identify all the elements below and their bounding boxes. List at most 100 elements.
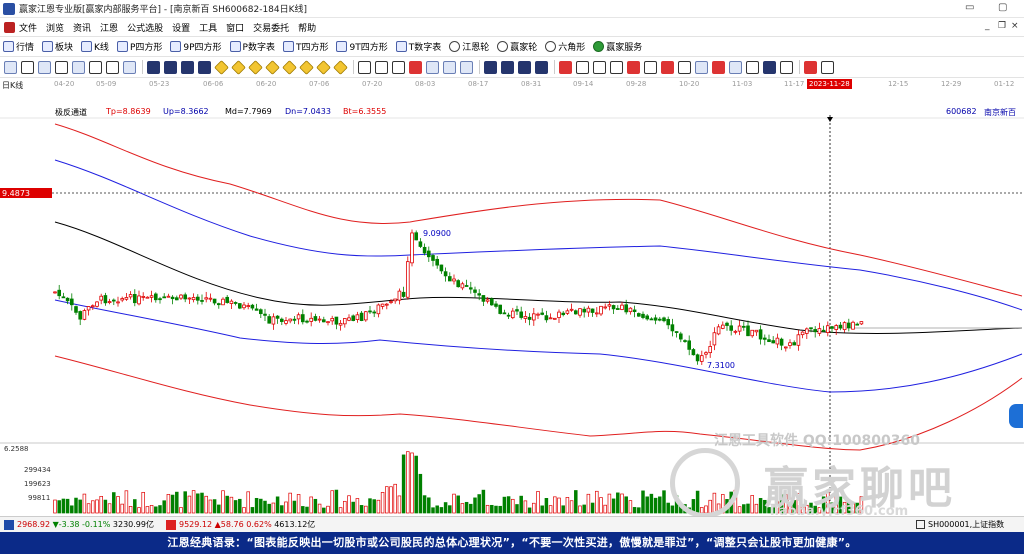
toolbar-quotes-button[interactable]: 行情: [3, 40, 34, 53]
mdi-minimize-icon[interactable]: _: [985, 21, 990, 31]
toolbar-t-square-button[interactable]: T四方形: [282, 40, 328, 53]
toolbar-9t-square-button[interactable]: 9T四方形: [336, 40, 388, 53]
layout-icon[interactable]: [4, 60, 17, 74]
candle-body: [763, 337, 767, 340]
prev-bar-icon[interactable]: [181, 60, 194, 74]
candle-body: [494, 303, 498, 307]
zoom-icon[interactable]: [123, 60, 136, 74]
candle-body: [376, 304, 381, 315]
text-icon[interactable]: [426, 60, 439, 74]
pen-icon[interactable]: [409, 60, 422, 74]
toolbar-service-button[interactable]: 赢家服务: [593, 40, 642, 53]
candle-body: [468, 287, 473, 290]
expand-icon[interactable]: [231, 59, 246, 75]
sz-index-pct: 0.62%: [246, 520, 272, 529]
slope-icon[interactable]: [576, 60, 589, 74]
angle-icon[interactable]: [712, 60, 725, 74]
right-icon[interactable]: [299, 59, 314, 75]
shrink-icon[interactable]: [214, 59, 229, 75]
date-tick: 11-03: [732, 80, 753, 88]
pin-icon[interactable]: [55, 60, 68, 74]
candle-body: [557, 311, 561, 318]
menu-browse[interactable]: 浏览: [46, 21, 64, 34]
weight-icon[interactable]: [89, 60, 102, 74]
candle-body: [779, 338, 784, 346]
percent-icon[interactable]: [593, 60, 606, 74]
color-wheel-icon[interactable]: [804, 60, 817, 74]
fib-icon[interactable]: [644, 60, 657, 74]
menu-tools[interactable]: 工具: [199, 21, 217, 34]
erase-icon[interactable]: [780, 60, 793, 74]
grid-draw-icon[interactable]: [763, 60, 776, 74]
period-icon[interactable]: [72, 60, 85, 74]
chain-icon[interactable]: [535, 60, 548, 74]
marker-icon[interactable]: [443, 60, 456, 74]
next-bar-icon[interactable]: [198, 60, 211, 74]
sz-index-item[interactable]: 9529.12 ▲58.76 0.62% 4613.12亿: [166, 519, 315, 530]
hand-icon[interactable]: [358, 60, 371, 74]
grid-toggle-icon[interactable]: [21, 60, 34, 74]
minimize-icon[interactable]: ▭: [965, 2, 974, 13]
square-icon[interactable]: [746, 60, 759, 74]
restore-icon[interactable]: ▢: [998, 2, 1007, 13]
toolbar-hexagon-button[interactable]: 六角形: [545, 40, 585, 53]
last-bar-icon[interactable]: [164, 60, 177, 74]
date-tick: 05-23: [149, 80, 170, 88]
toolbar-p-square-button[interactable]: P四方形: [116, 40, 162, 53]
candle-body: [208, 297, 213, 300]
wave-icon[interactable]: [695, 60, 708, 74]
menu-help[interactable]: 帮助: [298, 21, 316, 34]
candle-body: [637, 313, 641, 317]
box-icon[interactable]: [661, 60, 674, 74]
candle-body: [805, 328, 809, 334]
crosshair-icon[interactable]: [375, 60, 388, 74]
index-icon: [916, 520, 925, 529]
ruler-icon[interactable]: [106, 60, 119, 74]
toolbar-9p-square-button[interactable]: 9P四方形: [170, 40, 222, 53]
fan-icon[interactable]: [610, 60, 623, 74]
fit-icon[interactable]: [333, 59, 348, 75]
menu-trade[interactable]: 交易委托: [253, 21, 289, 34]
up-icon[interactable]: [248, 59, 263, 75]
print-icon[interactable]: [501, 60, 514, 74]
first-bar-icon[interactable]: [147, 60, 160, 74]
menu-formula[interactable]: 公式选股: [127, 21, 163, 34]
mdi-restore-icon[interactable]: ❐: [998, 21, 1006, 31]
ruler-draw-icon[interactable]: [559, 60, 572, 74]
mdi-close-icon[interactable]: ×: [1011, 21, 1019, 31]
calc-icon[interactable]: [460, 60, 473, 74]
f10-icon[interactable]: [38, 60, 51, 74]
infinity-icon[interactable]: [821, 60, 834, 74]
save-icon[interactable]: [484, 60, 497, 74]
menu-gann[interactable]: 江恩: [100, 21, 118, 34]
time-axis: 日K线 04-20 05-09 05-23 06-06 06-20 07-06 …: [0, 78, 1024, 90]
toolbar-gann-wheel-button[interactable]: 江恩轮: [449, 40, 489, 53]
cube-icon: [42, 41, 54, 52]
arc-icon[interactable]: [627, 60, 640, 74]
toolbar-winner-wheel-button[interactable]: 赢家轮: [497, 40, 537, 53]
sh-index-item[interactable]: 2968.92 ▼-3.38 -0.11% 3230.99亿: [4, 519, 154, 530]
line-icon[interactable]: [392, 60, 405, 74]
sh-index-value: 2968.92: [17, 520, 51, 529]
index-selector[interactable]: SH000001,上证指数: [916, 519, 1004, 530]
toolbar-t-table-button[interactable]: T数字表: [395, 40, 441, 53]
candle-body: [78, 311, 83, 320]
cycle-icon[interactable]: [678, 60, 691, 74]
menu-file[interactable]: 文件: [19, 21, 37, 34]
left-icon[interactable]: [282, 59, 297, 75]
down-icon[interactable]: [265, 59, 280, 75]
export-icon[interactable]: [518, 60, 531, 74]
menu-settings[interactable]: 设置: [172, 21, 190, 34]
candle-body: [65, 297, 70, 302]
toolbar-kline-button[interactable]: K线: [81, 40, 109, 53]
center-icon[interactable]: [316, 59, 331, 75]
menu-info[interactable]: 资讯: [73, 21, 91, 34]
candle-body: [221, 298, 225, 306]
side-scroll-button[interactable]: [1009, 404, 1023, 428]
channel-icon[interactable]: [729, 60, 742, 74]
toolbar-sector-button[interactable]: 板块: [42, 40, 73, 53]
candle-body: [116, 301, 120, 304]
toolbar-p-table-button[interactable]: P数字表: [229, 40, 275, 53]
menu-window[interactable]: 窗口: [226, 21, 244, 34]
volume-bar: [448, 505, 452, 514]
